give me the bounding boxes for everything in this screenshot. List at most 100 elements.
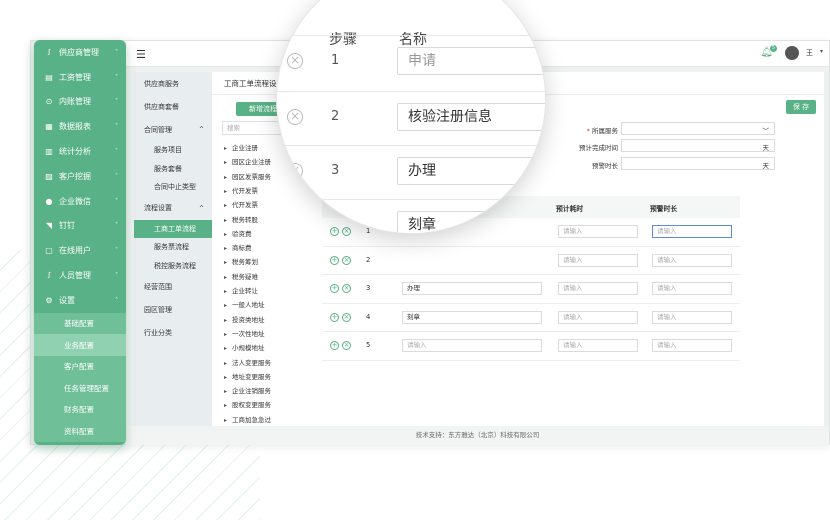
secondary-nav-item[interactable]: 合同中止类型: [134, 178, 212, 197]
step-warn-input[interactable]: 请输入: [652, 225, 732, 238]
remove-step-icon[interactable]: ×: [342, 341, 351, 350]
step-cost-input[interactable]: 请输入: [558, 282, 638, 295]
step-warn-input[interactable]: 请输入: [652, 282, 732, 295]
tree-item[interactable]: 一般人地址: [224, 299, 265, 309]
settings-sub-item[interactable]: 基础配置: [34, 313, 126, 335]
chevron-icon: ˅: [115, 222, 118, 230]
secondary-nav-item[interactable]: 行业分类: [134, 321, 212, 344]
form-label: * 所属服务: [548, 125, 618, 135]
menu-item[interactable]: ▤ 工资管理 ˅: [34, 65, 126, 90]
remove-step-icon[interactable]: ×: [287, 109, 303, 125]
step-name-input[interactable]: 办理: [402, 282, 542, 295]
menu-icon: ●: [45, 196, 53, 206]
step-name-input[interactable]: 请输入: [402, 339, 542, 352]
menu-item[interactable]: ▢ 在线用户 ˅: [34, 238, 126, 263]
lens-step-name-input[interactable]: 申请: [397, 47, 545, 75]
tree-item[interactable]: 商标费: [224, 242, 252, 252]
chevron-icon: ˅: [115, 148, 118, 156]
secondary-nav-item[interactable]: 工商工单流程: [134, 219, 212, 238]
settings-sub-item[interactable]: 业务配置: [34, 334, 126, 356]
remove-step-icon[interactable]: ×: [287, 53, 303, 69]
menu-item[interactable]: ⚙ 设置 ˄: [34, 288, 126, 313]
menu-item-label: 统计分析: [59, 147, 91, 157]
menu-item-label: 数据报表: [59, 122, 91, 132]
tree-item[interactable]: 税务疑难: [224, 271, 258, 281]
secondary-nav-item[interactable]: 经营范围: [134, 275, 212, 298]
tree-item[interactable]: 企业转让: [224, 285, 258, 295]
tree-item[interactable]: 园区发票服务: [224, 171, 271, 181]
add-step-icon[interactable]: +: [330, 284, 339, 293]
tree-item[interactable]: 工商加急急过: [224, 414, 271, 424]
secondary-nav-item[interactable]: 园区管理: [134, 298, 212, 321]
step-name-input[interactable]: 刻章: [402, 310, 542, 324]
tree-item[interactable]: 税务转股: [224, 214, 258, 224]
lens-step-name-input[interactable]: 刻章: [397, 211, 545, 233]
chevron-icon: ˅: [115, 247, 118, 255]
step-cost-input[interactable]: 请输入: [558, 310, 638, 324]
tree-item[interactable]: 小规模地址: [224, 342, 265, 352]
step-warn-input[interactable]: 请输入: [652, 253, 732, 267]
add-step-icon[interactable]: +: [330, 341, 339, 350]
tree-item[interactable]: 企业注册: [224, 142, 258, 152]
menu-item[interactable]: ● 企业微信 ˅: [34, 189, 126, 214]
step-cost-input[interactable]: 请输入: [558, 253, 638, 267]
caret-down-icon[interactable]: ▾: [820, 48, 823, 55]
settings-sub-item[interactable]: 财务配置: [34, 399, 126, 421]
secondary-nav-item[interactable]: 服务项目: [134, 141, 212, 160]
tree-item[interactable]: 企业注销服务: [224, 385, 271, 395]
secondary-nav-item[interactable]: 服务套餐: [134, 160, 212, 179]
lens-step-number: 1: [331, 53, 340, 68]
remove-step-icon[interactable]: ×: [287, 163, 303, 179]
lens-row-divider: [277, 145, 545, 146]
secondary-nav-item[interactable]: 服务票流程: [134, 238, 212, 257]
lens-step-name-input[interactable]: 核验注册信息: [397, 103, 545, 131]
secondary-nav-item[interactable]: 合同管理 ^: [134, 118, 212, 141]
tree-item[interactable]: 园区企业注册: [224, 156, 271, 166]
remove-step-icon[interactable]: ×: [342, 312, 351, 322]
menu-item-label: 钉钉: [59, 221, 75, 231]
menu-icon: ⚙: [45, 295, 53, 305]
lens-step-name-input[interactable]: 办理: [397, 157, 545, 185]
tree-item[interactable]: 股权变更服务: [224, 399, 271, 409]
step-warn-input[interactable]: 请输入: [652, 339, 732, 352]
settings-sub-item[interactable]: 任务管理配置: [34, 377, 126, 399]
step-cost-input[interactable]: 请输入: [558, 339, 638, 352]
settings-sub-item[interactable]: 客户配置: [34, 356, 126, 378]
secondary-nav-item[interactable]: 供应商套餐: [134, 95, 212, 118]
add-step-icon[interactable]: +: [330, 312, 339, 322]
menu-item[interactable]: ꭍ 人员管理 ˅: [34, 263, 126, 288]
tree-item[interactable]: 验资费: [224, 228, 252, 238]
save-button[interactable]: 保 存: [786, 100, 816, 114]
avatar[interactable]: [785, 46, 799, 60]
tree-item[interactable]: 税务筹划: [224, 256, 258, 266]
form-input[interactable]: 天: [621, 157, 775, 170]
tree-item[interactable]: 一次性地址: [224, 328, 265, 338]
menu-item-label: 内账管理: [59, 97, 91, 107]
user-name[interactable]: 王: [806, 48, 813, 58]
remove-step-icon[interactable]: ×: [342, 255, 351, 265]
step-warn-input[interactable]: 请输入: [652, 310, 732, 324]
settings-sub-item[interactable]: 资料配置: [34, 420, 126, 442]
menu-item[interactable]: ▥ 统计分析 ˅: [34, 139, 126, 164]
menu-item[interactable]: ⊙ 内账管理 ˅: [34, 90, 126, 115]
menu-icon: ▦: [45, 122, 53, 132]
tree-item[interactable]: 代开发票: [224, 199, 258, 209]
secondary-nav-item[interactable]: 税控服务流程: [134, 257, 212, 276]
menu-item[interactable]: ◥ 钉钉 ˅: [34, 214, 126, 239]
remove-step-icon[interactable]: ×: [342, 284, 351, 293]
menu-item[interactable]: ▨ 客户挖掘 ˅: [34, 164, 126, 189]
tree-item[interactable]: 法人变更服务: [224, 357, 271, 367]
menu-item[interactable]: ꭍ 供应商管理 ˅: [34, 40, 126, 65]
menu-item[interactable]: ▦ 数据报表 ˅: [34, 114, 126, 139]
menu-toggle-icon[interactable]: ☰: [136, 48, 146, 61]
step-cost-input[interactable]: 请输入: [558, 225, 638, 238]
form-input[interactable]: ﹀: [621, 122, 775, 135]
page-title: 工商工单流程设置: [224, 79, 284, 88]
secondary-nav-item[interactable]: 流程设置 ^: [134, 197, 212, 220]
secondary-nav-item[interactable]: 供应商服务: [134, 72, 212, 95]
form-input[interactable]: 天: [621, 139, 775, 152]
tree-item[interactable]: 投资类地址: [224, 314, 265, 324]
tree-item[interactable]: 地址变更服务: [224, 371, 271, 381]
tree-item[interactable]: 代开发票: [224, 185, 258, 195]
add-step-icon[interactable]: +: [330, 255, 339, 265]
